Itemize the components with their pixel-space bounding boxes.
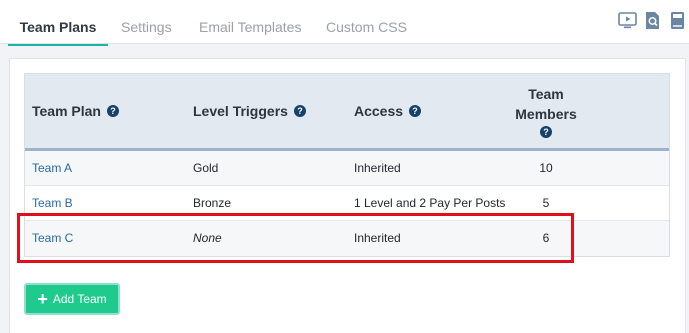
add-team-label: Add Team: [52, 292, 107, 306]
search-doc-icon[interactable]: [643, 11, 662, 30]
team-plans-table: Team Plan ? Level Triggers ? Access ? Te…: [24, 73, 670, 257]
table-header: Team Plan ? Level Triggers ? Access ? Te…: [25, 74, 669, 151]
table-row: Team A Gold Inherited 10: [25, 151, 669, 186]
tab-settings[interactable]: Settings: [121, 0, 172, 44]
help-icon[interactable]: ?: [409, 105, 422, 117]
help-icon[interactable]: ?: [293, 105, 306, 117]
access-cell: Inherited: [354, 161, 401, 175]
table-row: Team B Bronze 1 Level and 2 Pay Per Post…: [25, 186, 669, 221]
tab-email-templates[interactable]: Email Templates: [199, 0, 301, 44]
top-nav-bar: Team Plans Settings Email Templates Cust…: [0, 0, 689, 46]
team-plan-link[interactable]: Team A: [32, 151, 72, 186]
add-team-button[interactable]: + Add Team: [24, 283, 120, 315]
help-icon[interactable]: ?: [107, 105, 119, 117]
level-trigger-cell: Gold: [193, 161, 219, 175]
team-plan-link[interactable]: Team C: [32, 221, 73, 256]
header-access: Access ?: [354, 74, 422, 148]
table-row: Team C None Inherited 6: [25, 221, 669, 256]
top-icons: [618, 11, 687, 30]
access-cell: 1 Level and 2 Pay Per Posts: [354, 196, 506, 210]
tab-custom-css[interactable]: Custom CSS: [326, 0, 407, 44]
team-plan-link[interactable]: Team B: [32, 186, 73, 221]
video-icon[interactable]: [618, 11, 637, 30]
level-trigger-cell: Bronze: [193, 196, 232, 210]
header-team-plan: Team Plan ?: [32, 74, 119, 148]
header-label: Team Plan: [32, 103, 101, 119]
header-label: Team Members: [515, 86, 577, 122]
help-icon[interactable]: ?: [540, 126, 552, 138]
header-label: Access: [354, 103, 404, 119]
header-level-triggers: Level Triggers ?: [193, 74, 306, 148]
level-trigger-cell: None: [193, 231, 222, 245]
plus-icon: +: [37, 289, 48, 309]
members-cell: 6: [542, 231, 550, 245]
header-team-members: Team Members ?: [515, 74, 577, 148]
tab-team-plans[interactable]: Team Plans: [8, 0, 108, 46]
members-cell: 5: [542, 196, 550, 210]
book-icon[interactable]: [668, 11, 687, 30]
header-label: Level Triggers: [193, 103, 288, 119]
access-cell: Inherited: [354, 231, 401, 245]
members-cell: 10: [539, 161, 553, 175]
